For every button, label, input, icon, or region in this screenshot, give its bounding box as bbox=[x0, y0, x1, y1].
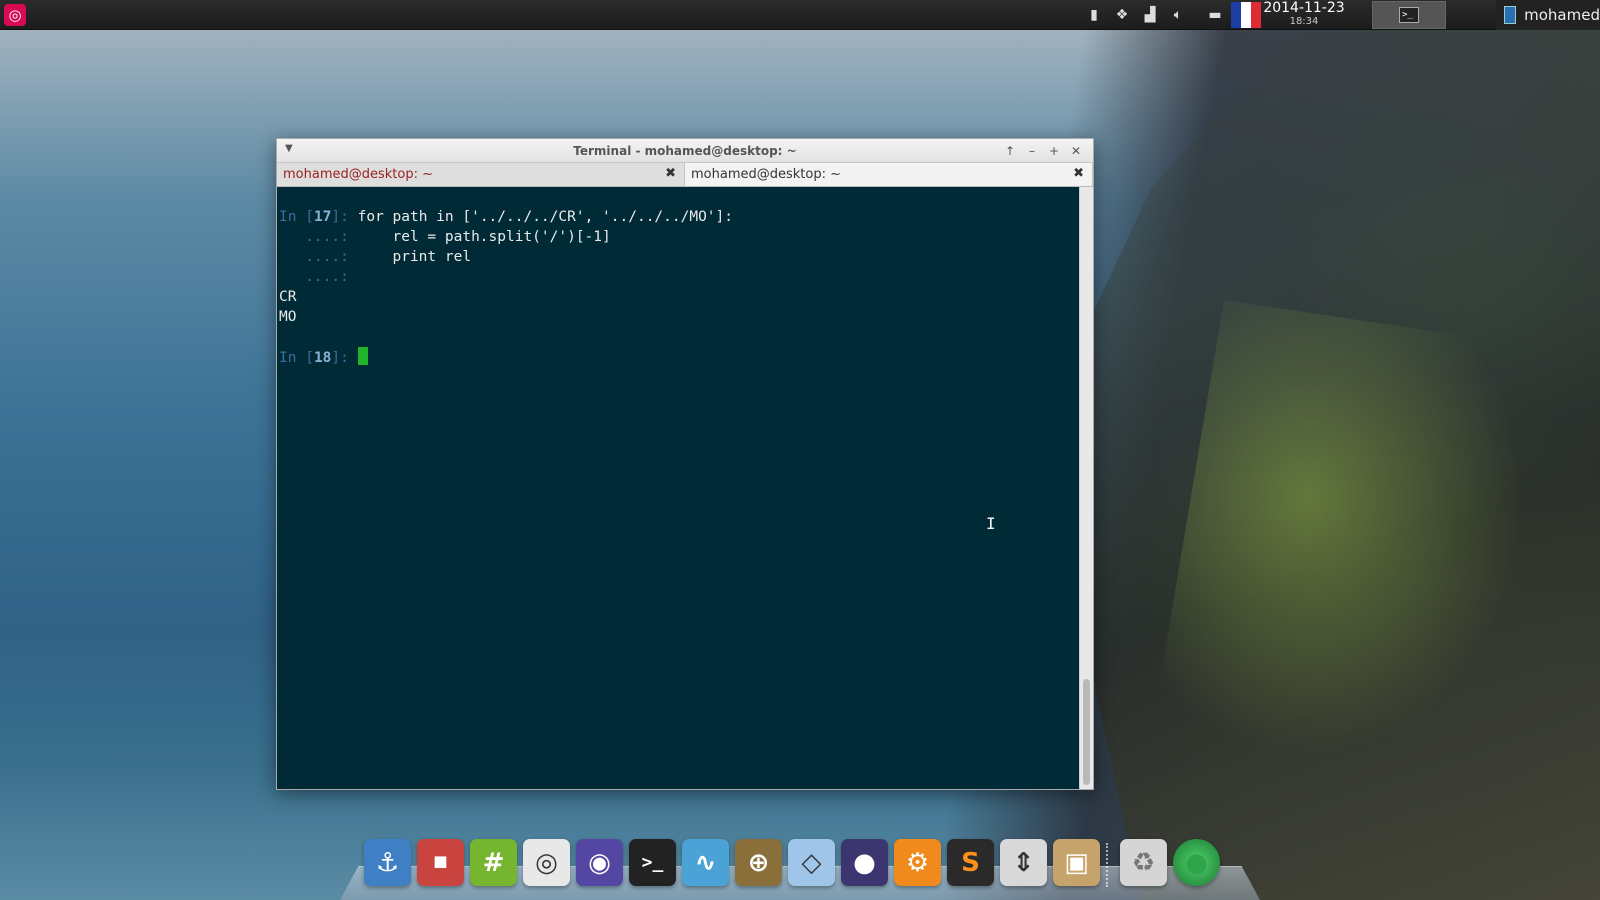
terminal-scrollbar[interactable] bbox=[1079, 187, 1093, 789]
package-installer-icon[interactable]: ▣ bbox=[1053, 839, 1100, 886]
window-title: Terminal - mohamed@desktop: ~ bbox=[573, 144, 797, 158]
settings-icon[interactable]: ⚙ bbox=[894, 839, 941, 886]
mouse-ibeam-cursor-icon: I bbox=[986, 514, 996, 533]
transfer-icon[interactable]: ⇕ bbox=[1000, 839, 1047, 886]
keep-above-icon[interactable]: ↑ bbox=[999, 142, 1021, 160]
text-cursor bbox=[357, 347, 368, 365]
continuation-prompt: ....: bbox=[279, 249, 358, 265]
anchor-icon[interactable]: ⚓ bbox=[364, 839, 411, 886]
volume-icon[interactable]: 🔈︎ bbox=[1169, 6, 1187, 24]
scrollbar-thumb[interactable] bbox=[1083, 679, 1090, 785]
tab-bar: mohamed@desktop: ~ ✖ mohamed@desktop: ~ … bbox=[277, 163, 1093, 187]
maximize-icon[interactable]: + bbox=[1043, 142, 1065, 160]
debian-menu-icon[interactable]: ◎ bbox=[4, 4, 26, 26]
input-line-18: In [18]: bbox=[279, 347, 1079, 367]
tab-2-label: mohamed@desktop: ~ bbox=[691, 167, 841, 182]
system-tray: ▮ ❖ ▟ 🔈︎ ▬ bbox=[1080, 0, 1261, 30]
system-monitor-icon[interactable]: ∿ bbox=[682, 839, 729, 886]
network-signal-icon[interactable]: ▟ bbox=[1141, 6, 1159, 24]
continuation-prompt: ....: bbox=[279, 269, 358, 285]
output-line: MO bbox=[279, 309, 297, 325]
prompt-in: In bbox=[279, 209, 306, 225]
prompt-in: In bbox=[279, 350, 306, 366]
continuation-prompt: ....: bbox=[279, 229, 358, 245]
clock-date: 2014-11-23 bbox=[1263, 0, 1345, 16]
close-icon[interactable]: ✕ bbox=[1065, 142, 1087, 160]
tab-1[interactable]: mohamed@desktop: ~ ✖ bbox=[277, 163, 685, 186]
keyboard-layout-flag-icon[interactable] bbox=[1231, 2, 1261, 28]
dock-separator bbox=[1106, 843, 1114, 887]
continuation-line: ....: bbox=[279, 267, 1079, 287]
terminal-window: ▼ Terminal - mohamed@desktop: ~ ↑ – + ✕ … bbox=[276, 138, 1094, 790]
battery-icon[interactable]: ▮ bbox=[1085, 6, 1103, 24]
empathy-icon[interactable]: ◉ bbox=[576, 839, 623, 886]
network-globe-icon[interactable]: ● bbox=[1173, 839, 1220, 886]
user-icon bbox=[1504, 6, 1517, 24]
trash-icon[interactable]: ♻ bbox=[1120, 839, 1167, 886]
prompt-number: 17 bbox=[313, 209, 332, 225]
tab-1-close-icon[interactable]: ✖ bbox=[665, 166, 676, 181]
drive-icon[interactable]: ▬ bbox=[1206, 6, 1224, 24]
terminal-icon[interactable]: >_ bbox=[629, 839, 676, 886]
chrome-icon[interactable]: ◎ bbox=[523, 839, 570, 886]
terminal-output[interactable]: In [17]: for path in ['../../../CR', '..… bbox=[277, 187, 1079, 789]
input-line-17: In [17]: for path in ['../../../CR', '..… bbox=[279, 209, 733, 225]
continuation-line: ....: rel = path.split('/')[-1] bbox=[279, 227, 1079, 247]
sublime-text-icon[interactable]: S bbox=[947, 839, 994, 886]
code-line: print rel bbox=[357, 249, 472, 265]
cube-icon[interactable]: ◇ bbox=[788, 839, 835, 886]
continuation-line: ....: print rel bbox=[279, 247, 1079, 267]
crosshair-icon[interactable]: ⊕ bbox=[735, 839, 782, 886]
dropbox-icon[interactable]: ❖ bbox=[1113, 6, 1131, 24]
taskbar-terminal-button[interactable]: >_ bbox=[1372, 1, 1446, 29]
clock[interactable]: 2014-11-23 18:34 bbox=[1262, 0, 1346, 28]
tab-2[interactable]: mohamed@desktop: ~ ✖ bbox=[685, 163, 1093, 186]
prompt-number: 18 bbox=[313, 350, 332, 366]
window-titlebar[interactable]: ▼ Terminal - mohamed@desktop: ~ ↑ – + ✕ bbox=[277, 139, 1093, 163]
user-menu[interactable]: mohamed bbox=[1496, 0, 1600, 30]
window-controls: ↑ – + ✕ bbox=[999, 142, 1087, 160]
output-line: CR bbox=[279, 289, 297, 305]
terminal-icon: >_ bbox=[1399, 7, 1419, 23]
eclipse-icon[interactable]: ● bbox=[841, 839, 888, 886]
dock: ⚓ ⏹ # ◎ ◉ >_ ∿ ⊕ ◇ ● ⚙ S ⇕ ▣ ♻ ● bbox=[364, 839, 1220, 891]
tab-2-close-icon[interactable]: ✖ bbox=[1073, 166, 1084, 181]
user-name: mohamed bbox=[1524, 6, 1600, 24]
code-line: for path in ['../../../CR', '../../../MO… bbox=[357, 209, 733, 225]
minimize-icon[interactable]: – bbox=[1021, 142, 1043, 160]
hexchat-icon[interactable]: # bbox=[470, 839, 517, 886]
stop-sign-app-icon[interactable]: ⏹ bbox=[417, 839, 464, 886]
top-panel: ◎ ▮ ❖ ▟ 🔈︎ ▬ 2014-11-23 18:34 >_ mohamed bbox=[0, 0, 1600, 30]
clock-time: 18:34 bbox=[1289, 16, 1319, 27]
tab-1-label: mohamed@desktop: ~ bbox=[283, 167, 433, 182]
code-line: rel = path.split('/')[-1] bbox=[357, 229, 611, 245]
